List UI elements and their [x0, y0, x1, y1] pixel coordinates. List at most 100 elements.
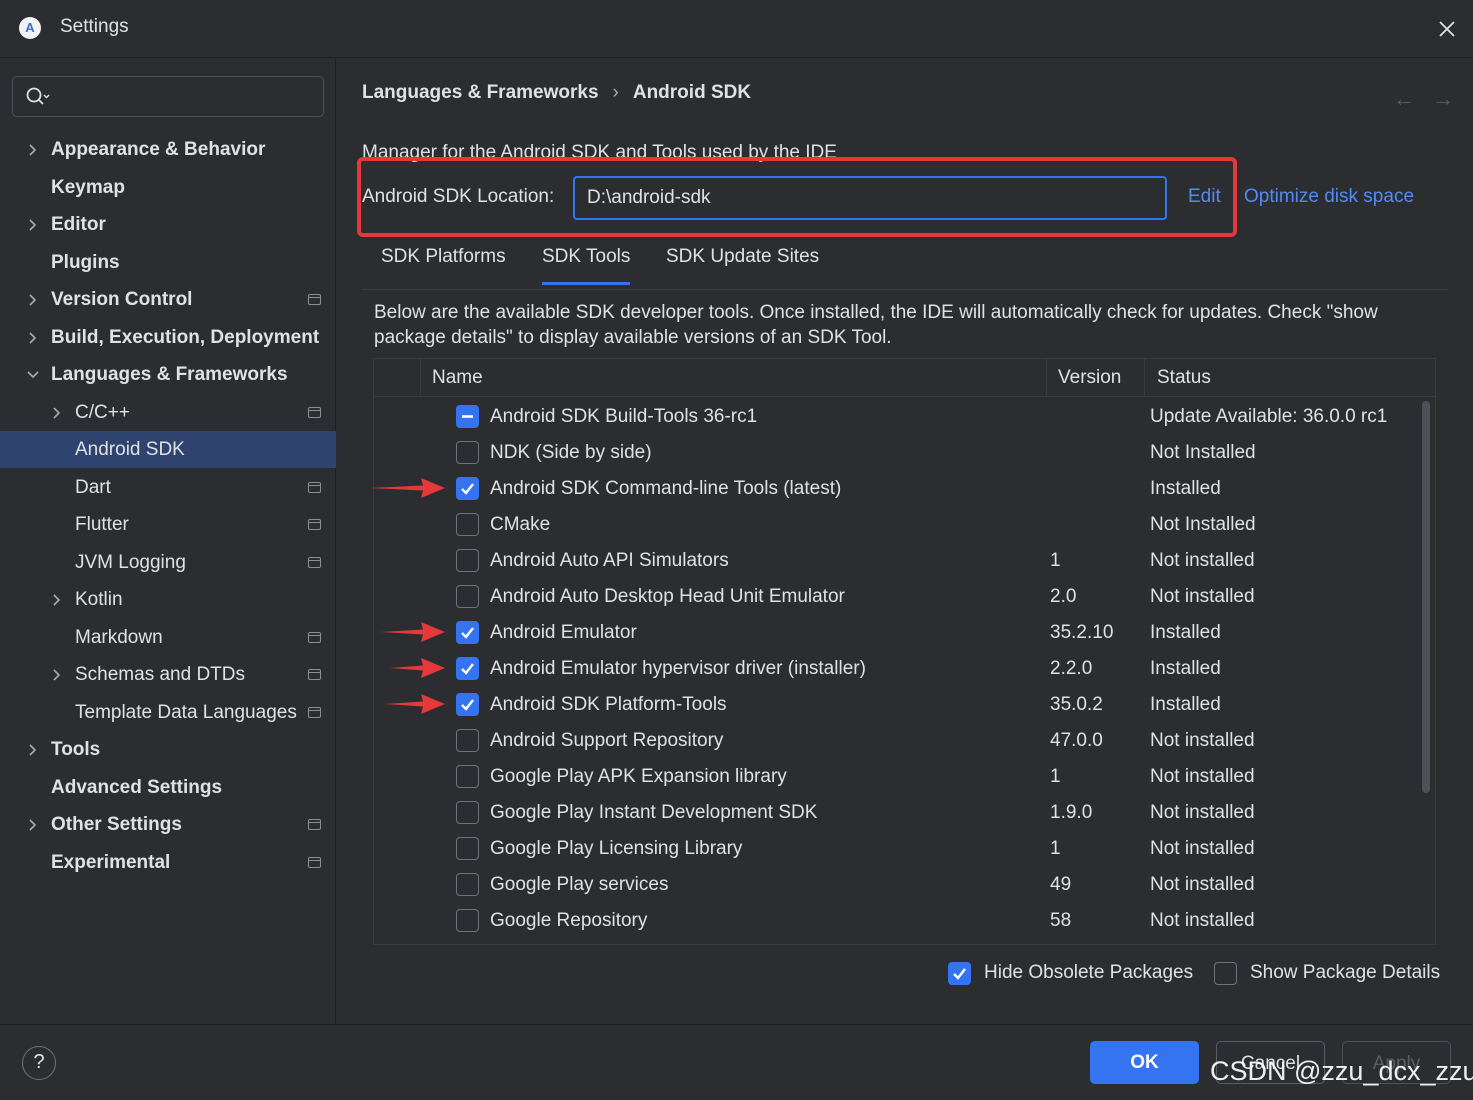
row-checkbox[interactable]: [456, 477, 479, 500]
row-checkbox[interactable]: [456, 657, 479, 680]
row-status: Not installed: [1150, 766, 1255, 787]
row-name: Android SDK Platform-Tools: [490, 694, 727, 715]
row-checkbox[interactable]: [456, 441, 479, 464]
cancel-button[interactable]: Cancel: [1216, 1041, 1325, 1084]
chevron-right-icon[interactable]: [48, 394, 64, 431]
sdk-location-input[interactable]: [573, 176, 1167, 220]
sidebar-item[interactable]: Build, Execution, Deployment: [0, 319, 336, 356]
sidebar-item[interactable]: Markdown: [0, 619, 336, 656]
row-checkbox[interactable]: [456, 729, 479, 752]
row-checkbox[interactable]: [456, 405, 479, 428]
settings-search[interactable]: [12, 76, 324, 117]
chevron-down-icon[interactable]: [24, 356, 40, 393]
sidebar-item[interactable]: Dart: [0, 469, 336, 506]
row-checkbox[interactable]: [456, 621, 479, 644]
sidebar-item[interactable]: Flutter: [0, 506, 336, 543]
row-checkbox[interactable]: [456, 585, 479, 608]
row-checkbox[interactable]: [456, 909, 479, 932]
sidebar-item[interactable]: Editor: [0, 206, 336, 243]
table-row[interactable]: NDK (Side by side) Not Installed: [374, 435, 1419, 471]
table-row[interactable]: Android Support Repository 47.0.0 Not inst…: [374, 723, 1419, 759]
row-checkbox[interactable]: [456, 801, 479, 824]
table-row[interactable]: Google Play services 49 Not installed: [374, 867, 1419, 903]
sidebar-item[interactable]: Experimental: [0, 844, 336, 881]
project-scope-icon: [308, 669, 321, 680]
panel-description: Below are the available SDK developer to…: [374, 302, 1378, 348]
back-arrow-icon[interactable]: ←: [1393, 86, 1415, 112]
row-checkbox[interactable]: [456, 873, 479, 896]
column-header-version[interactable]: Version: [1058, 359, 1121, 397]
row-checkbox[interactable]: [456, 765, 479, 788]
table-row[interactable]: Android Emulator 35.2.10 Installed: [374, 615, 1419, 651]
sidebar-item-label: C/C++: [75, 401, 130, 423]
breadcrumb-current: Android SDK: [632, 82, 752, 103]
table-row[interactable]: Google Play Licensing Library 1 Not instal…: [374, 831, 1419, 867]
project-scope-icon: [308, 706, 321, 718]
ok-button[interactable]: OK: [1090, 1041, 1199, 1084]
sidebar-item[interactable]: Android SDK: [0, 431, 336, 468]
row-status: Not installed: [1150, 550, 1255, 571]
search-input[interactable]: [59, 82, 314, 112]
sidebar-item[interactable]: Plugins: [0, 244, 336, 281]
row-status: Not installed: [1150, 802, 1255, 823]
sidebar-item[interactable]: Kotlin: [0, 581, 336, 618]
row-checkbox[interactable]: [456, 837, 479, 860]
column-divider: [1144, 359, 1145, 397]
hide-obsolete-label[interactable]: Hide Obsolete Packages: [984, 962, 1193, 984]
edit-link[interactable]: Edit: [1188, 186, 1221, 208]
sidebar-item[interactable]: Advanced Settings: [0, 769, 336, 806]
table-row[interactable]: Android SDK Command-line Tools (latest) I…: [374, 471, 1419, 507]
row-version: 1.9.0: [1050, 802, 1093, 823]
row-checkbox[interactable]: [456, 693, 479, 716]
row-checkbox[interactable]: [456, 549, 479, 572]
table-row[interactable]: Android SDK Build-Tools 36-rc1 Update Ava…: [374, 399, 1419, 435]
optimize-disk-space-link[interactable]: Optimize disk space: [1244, 186, 1414, 208]
chevron-right-icon[interactable]: [24, 806, 40, 843]
row-version: 2.2.0: [1050, 658, 1093, 679]
table-row[interactable]: Google Play Instant Development SDK 1.9.0…: [374, 795, 1419, 831]
table-row[interactable]: Android SDK Platform-Tools 35.0.2 Installe…: [374, 687, 1419, 723]
chevron-right-icon[interactable]: [48, 581, 64, 618]
sidebar-item[interactable]: Appearance & Behavior: [0, 131, 336, 168]
chevron-right-icon[interactable]: [24, 206, 40, 243]
row-checkbox[interactable]: [456, 513, 479, 536]
show-package-details-checkbox[interactable]: [1214, 962, 1237, 985]
table-row[interactable]: Android Auto Desktop Head Unit Emulator 2…: [374, 579, 1419, 615]
table-row[interactable]: Google Repository 58 Not installed: [374, 903, 1419, 939]
tab-sdk-update-sites[interactable]: SDK Update Sites: [666, 246, 819, 282]
tab-sdk-tools[interactable]: SDK Tools: [542, 246, 631, 285]
forward-arrow-icon[interactable]: →: [1432, 86, 1454, 112]
chevron-right-icon[interactable]: [24, 131, 40, 168]
table-scrollbar[interactable]: [1422, 401, 1430, 793]
sidebar-item-label: Keymap: [51, 176, 125, 198]
sidebar-item[interactable]: Template Data Languages: [0, 694, 336, 731]
sidebar-item[interactable]: Schemas and DTDs: [0, 656, 336, 693]
chevron-right-icon[interactable]: [24, 731, 40, 768]
breadcrumb: Languages & Frameworks › Android SDK: [362, 82, 751, 104]
column-header-status[interactable]: Status: [1157, 359, 1211, 397]
sidebar-item[interactable]: Keymap: [0, 169, 336, 206]
sidebar-item[interactable]: Languages & Frameworks: [0, 356, 336, 393]
table-row[interactable]: Google Play APK Expansion library 1 Not in…: [374, 759, 1419, 795]
apply-button[interactable]: Apply: [1342, 1041, 1451, 1084]
chevron-right-icon[interactable]: [24, 319, 40, 356]
table-row[interactable]: [374, 939, 1419, 944]
table-row[interactable]: CMake Not Installed: [374, 507, 1419, 543]
close-icon[interactable]: [1430, 12, 1464, 46]
sidebar-item[interactable]: Tools: [0, 731, 336, 768]
table-row[interactable]: Android Emulator hypervisor driver (inst…: [374, 651, 1419, 687]
help-button[interactable]: ?: [22, 1046, 56, 1080]
hide-obsolete-checkbox[interactable]: [948, 962, 971, 985]
sidebar-item[interactable]: C/C++: [0, 394, 336, 431]
chevron-right-icon[interactable]: [48, 656, 64, 693]
show-package-details-label[interactable]: Show Package Details: [1250, 962, 1440, 984]
sidebar-item[interactable]: JVM Logging: [0, 544, 336, 581]
chevron-right-icon[interactable]: [24, 281, 40, 318]
tab-sdk-platforms[interactable]: SDK Platforms: [381, 246, 506, 282]
column-header-name[interactable]: Name: [432, 359, 483, 397]
window-title: Settings: [60, 16, 129, 37]
table-row[interactable]: Android Auto API Simulators 1 Not installe…: [374, 543, 1419, 579]
breadcrumb-parent[interactable]: Languages & Frameworks: [362, 82, 599, 103]
sidebar-item[interactable]: Other Settings: [0, 806, 336, 843]
sidebar-item[interactable]: Version Control: [0, 281, 336, 318]
